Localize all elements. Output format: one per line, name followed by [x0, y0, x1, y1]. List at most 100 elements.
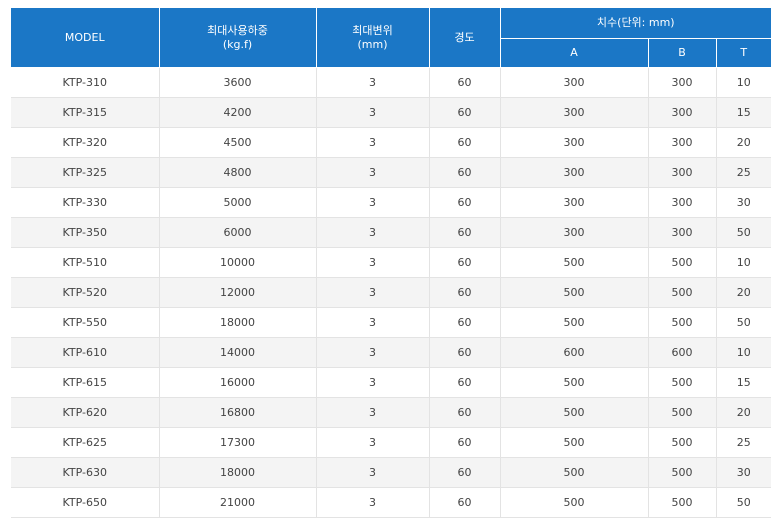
- cell-max-displacement: 3: [316, 187, 430, 218]
- header-hardness: 경도: [429, 8, 501, 68]
- spec-table-container: MODEL 최대사용하중 (kg.f) 최대변위 (mm) 경도 치수(단위: …: [11, 8, 772, 518]
- cell-model: KTP-650: [11, 487, 160, 518]
- cell-dim-a: 500: [500, 307, 649, 338]
- table-row: KTP-610 14000 3 60 600 600 10: [11, 337, 772, 368]
- cell-dim-t: 10: [716, 247, 772, 278]
- table-row: KTP-630 18000 3 60 500 500 30: [11, 457, 772, 488]
- cell-model: KTP-310: [11, 67, 160, 98]
- cell-dim-b: 500: [648, 457, 717, 488]
- cell-dim-t: 10: [716, 337, 772, 368]
- cell-hardness: 60: [429, 367, 501, 398]
- table-row: KTP-550 18000 3 60 500 500 50: [11, 307, 772, 338]
- cell-model: KTP-315: [11, 97, 160, 128]
- header-max-load-line2: (kg.f): [222, 37, 253, 51]
- table-row: KTP-615 16000 3 60 500 500 15: [11, 367, 772, 398]
- cell-model: KTP-550: [11, 307, 160, 338]
- cell-max-load: 10000: [159, 247, 317, 278]
- cell-hardness: 60: [429, 127, 501, 158]
- cell-model: KTP-610: [11, 337, 160, 368]
- cell-max-load: 4500: [159, 127, 317, 158]
- cell-model: KTP-330: [11, 187, 160, 218]
- cell-dim-b: 500: [648, 367, 717, 398]
- cell-dim-b: 500: [648, 247, 717, 278]
- table-row: KTP-350 6000 3 60 300 300 50: [11, 217, 772, 248]
- cell-max-load: 6000: [159, 217, 317, 248]
- cell-dim-t: 25: [716, 427, 772, 458]
- header-max-displacement: 최대변위 (mm): [316, 8, 430, 68]
- cell-dim-t: 30: [716, 187, 772, 218]
- cell-dim-t: 20: [716, 277, 772, 308]
- cell-hardness: 60: [429, 307, 501, 338]
- cell-dim-t: 50: [716, 307, 772, 338]
- cell-max-displacement: 3: [316, 367, 430, 398]
- table-row: KTP-510 10000 3 60 500 500 10: [11, 247, 772, 278]
- cell-max-load: 3600: [159, 67, 317, 98]
- header-dim-b: B: [648, 38, 717, 68]
- cell-max-displacement: 3: [316, 307, 430, 338]
- cell-hardness: 60: [429, 487, 501, 518]
- cell-dim-t: 20: [716, 127, 772, 158]
- cell-model: KTP-510: [11, 247, 160, 278]
- table-row: KTP-650 21000 3 60 500 500 50: [11, 487, 772, 518]
- header-dimensions: 치수(단위: mm): [500, 8, 772, 39]
- cell-dim-a: 500: [500, 427, 649, 458]
- cell-max-load: 16800: [159, 397, 317, 428]
- cell-max-load: 5000: [159, 187, 317, 218]
- cell-max-load: 4800: [159, 157, 317, 188]
- cell-max-displacement: 3: [316, 427, 430, 458]
- cell-max-displacement: 3: [316, 127, 430, 158]
- table-row: KTP-320 4500 3 60 300 300 20: [11, 127, 772, 158]
- cell-dim-a: 300: [500, 157, 649, 188]
- cell-hardness: 60: [429, 157, 501, 188]
- table-body: KTP-310 3600 3 60 300 300 10 KTP-315 4200 3 60 300 3…: [11, 67, 772, 518]
- cell-dim-t: 10: [716, 67, 772, 98]
- cell-dim-a: 300: [500, 97, 649, 128]
- cell-dim-b: 600: [648, 337, 717, 368]
- cell-dim-a: 500: [500, 397, 649, 428]
- header-max-displacement-line2: (mm): [357, 37, 388, 51]
- cell-dim-a: 600: [500, 337, 649, 368]
- table-header: MODEL 최대사용하중 (kg.f) 최대변위 (mm) 경도 치수(단위: …: [11, 8, 772, 68]
- header-max-load-line1: 최대사용하중: [207, 23, 268, 37]
- spec-table: MODEL 최대사용하중 (kg.f) 최대변위 (mm) 경도 치수(단위: …: [11, 8, 772, 518]
- cell-dim-a: 500: [500, 457, 649, 488]
- cell-hardness: 60: [429, 247, 501, 278]
- cell-dim-b: 500: [648, 277, 717, 308]
- cell-dim-b: 500: [648, 397, 717, 428]
- header-dim-a: A: [500, 38, 649, 68]
- table-row: KTP-315 4200 3 60 300 300 15: [11, 97, 772, 128]
- cell-max-load: 18000: [159, 457, 317, 488]
- cell-model: KTP-625: [11, 427, 160, 458]
- cell-max-displacement: 3: [316, 247, 430, 278]
- table-row: KTP-520 12000 3 60 500 500 20: [11, 277, 772, 308]
- cell-dim-b: 500: [648, 487, 717, 518]
- cell-dim-b: 300: [648, 187, 717, 218]
- cell-hardness: 60: [429, 97, 501, 128]
- cell-dim-t: 15: [716, 97, 772, 128]
- cell-dim-t: 50: [716, 487, 772, 518]
- table-row: KTP-310 3600 3 60 300 300 10: [11, 67, 772, 98]
- cell-dim-a: 300: [500, 187, 649, 218]
- cell-max-load: 12000: [159, 277, 317, 308]
- cell-max-displacement: 3: [316, 217, 430, 248]
- cell-max-displacement: 3: [316, 157, 430, 188]
- cell-model: KTP-520: [11, 277, 160, 308]
- cell-dim-a: 500: [500, 277, 649, 308]
- cell-max-load: 4200: [159, 97, 317, 128]
- cell-hardness: 60: [429, 277, 501, 308]
- cell-dim-a: 500: [500, 247, 649, 278]
- cell-dim-b: 300: [648, 127, 717, 158]
- cell-model: KTP-320: [11, 127, 160, 158]
- cell-hardness: 60: [429, 457, 501, 488]
- cell-max-displacement: 3: [316, 97, 430, 128]
- cell-max-displacement: 3: [316, 337, 430, 368]
- cell-dim-b: 300: [648, 217, 717, 248]
- table-row: KTP-325 4800 3 60 300 300 25: [11, 157, 772, 188]
- cell-max-load: 17300: [159, 427, 317, 458]
- cell-hardness: 60: [429, 397, 501, 428]
- cell-dim-a: 300: [500, 67, 649, 98]
- cell-hardness: 60: [429, 427, 501, 458]
- cell-max-load: 14000: [159, 337, 317, 368]
- cell-hardness: 60: [429, 217, 501, 248]
- header-dim-t: T: [716, 38, 772, 68]
